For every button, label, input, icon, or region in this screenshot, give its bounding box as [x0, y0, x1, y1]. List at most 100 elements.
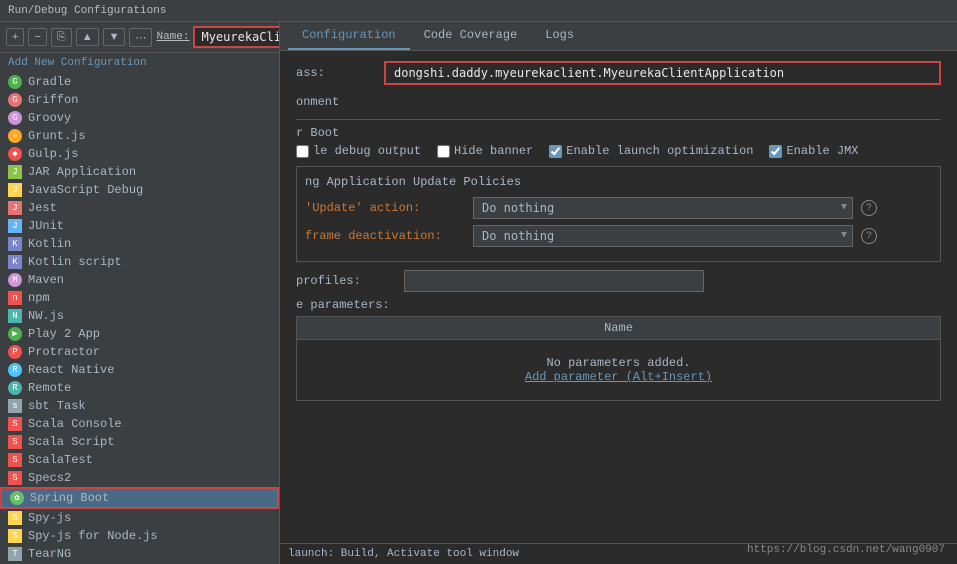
icon-react-native: R	[8, 363, 22, 377]
profiles-row: profiles:	[296, 270, 941, 292]
sidebar-item-spy-js[interactable]: SSpy-js	[0, 509, 279, 527]
before-launch-text: launch: Build, Activate tool window	[288, 548, 519, 560]
move-down-button[interactable]: ▼	[103, 28, 126, 46]
tab-configuration[interactable]: Configuration	[288, 22, 410, 50]
copy-config-button[interactable]: ⎘	[51, 28, 72, 47]
sidebar-item-sbt-task[interactable]: ssbt Task	[0, 397, 279, 415]
sidebar-item-spy-js-for-node.js[interactable]: SSpy-js for Node.js	[0, 527, 279, 545]
params-empty: No parameters added. Add parameter (Alt+…	[297, 340, 940, 400]
title-bar: Run/Debug Configurations	[0, 0, 957, 22]
config-name-input[interactable]	[193, 26, 280, 48]
sidebar-item-play-2-app[interactable]: ▶Play 2 App	[0, 325, 279, 343]
sidebar-item-jar-application[interactable]: JJAR Application	[0, 163, 279, 181]
icon-spy-js-for-node.js: S	[8, 529, 22, 543]
update-action-select[interactable]: Do nothing Update classes and resources …	[473, 197, 853, 219]
sidebar-item-tearng[interactable]: TTearNG	[0, 545, 279, 563]
sidebar: + − ⎘ ▲ ▼ ⋯ Name: Add New Configuration …	[0, 22, 280, 564]
frame-deactivation-row: frame deactivation: Do nothing Update cl…	[305, 225, 932, 247]
sidebar-label-javascript-debug: JavaScript Debug	[28, 183, 143, 197]
icon-groovy: G	[8, 111, 22, 125]
sidebar-item-nw.js[interactable]: NNW.js	[0, 307, 279, 325]
sidebar-item-remote[interactable]: RRemote	[0, 379, 279, 397]
frame-deactivation-select[interactable]: Do nothing Update classes and resources …	[473, 225, 853, 247]
config-content: ass: onment r Boot le debug output	[280, 51, 957, 543]
sidebar-item-gulp.js[interactable]: ◆Gulp.js	[0, 145, 279, 163]
sidebar-item-javascript-debug[interactable]: JJavaScript Debug	[0, 181, 279, 199]
sidebar-label-scalatest: ScalaTest	[28, 453, 93, 467]
frame-deactivation-label: frame deactivation:	[305, 229, 465, 243]
class-row: ass:	[296, 61, 941, 85]
sidebar-label-remote: Remote	[28, 381, 71, 395]
name-label: Name:	[156, 31, 189, 43]
sidebar-item-gradle[interactable]: GGradle	[0, 73, 279, 91]
content-area: Configuration Code Coverage Logs ass: on…	[280, 22, 957, 564]
move-up-button[interactable]: ▲	[76, 28, 99, 46]
profiles-input[interactable]	[404, 270, 704, 292]
sidebar-item-groovy[interactable]: GGroovy	[0, 109, 279, 127]
frame-deactivation-help[interactable]: ?	[861, 228, 877, 244]
more-button[interactable]: ⋯	[129, 28, 152, 47]
sidebar-item-kotlin[interactable]: KKotlin	[0, 235, 279, 253]
update-action-select-wrapper: Do nothing Update classes and resources …	[473, 197, 853, 219]
params-header: Name	[297, 317, 940, 340]
icon-spring-boot: ✿	[10, 491, 24, 505]
sidebar-item-jest[interactable]: JJest	[0, 199, 279, 217]
icon-maven: M	[8, 273, 22, 287]
sidebar-item-junit[interactable]: JJUnit	[0, 217, 279, 235]
enable-jmx-item: Enable JMX	[769, 144, 858, 158]
add-config-button[interactable]: +	[6, 28, 24, 46]
tab-code-coverage[interactable]: Code Coverage	[410, 22, 532, 50]
sidebar-item-scala-script[interactable]: SScala Script	[0, 433, 279, 451]
env-row: onment	[296, 95, 941, 109]
main-container: + − ⎘ ▲ ▼ ⋯ Name: Add New Configuration …	[0, 22, 957, 564]
add-param-link[interactable]: Add parameter (Alt+Insert)	[525, 370, 712, 384]
sidebar-item-griffon[interactable]: GGriffon	[0, 91, 279, 109]
enable-jmx-checkbox[interactable]	[769, 145, 782, 158]
icon-kotlin-script: K	[8, 255, 22, 269]
icon-gradle: G	[8, 75, 22, 89]
sidebar-item-npm[interactable]: nnpm	[0, 289, 279, 307]
icon-specs2: S	[8, 471, 22, 485]
icon-protractor: P	[8, 345, 22, 359]
sidebar-item-protractor[interactable]: PProtractor	[0, 343, 279, 361]
sidebar-label-grunt.js: Grunt.js	[28, 129, 86, 143]
profiles-label: profiles:	[296, 274, 396, 288]
hide-banner-checkbox[interactable]	[437, 145, 450, 158]
class-label: ass:	[296, 66, 376, 80]
sidebar-label-jest: Jest	[28, 201, 57, 215]
enable-launch-item: Enable launch optimization	[549, 144, 753, 158]
icon-kotlin: K	[8, 237, 22, 251]
sidebar-item-react-native[interactable]: RReact Native	[0, 361, 279, 379]
enable-launch-label: Enable launch optimization	[566, 144, 753, 158]
watermark: https://blog.csdn.net/wang0907	[747, 544, 945, 556]
params-section: e parameters: Name No parameters added. …	[296, 298, 941, 401]
icon-scala-console: S	[8, 417, 22, 431]
enable-launch-checkbox[interactable]	[549, 145, 562, 158]
sidebar-item-scala-console[interactable]: S Scala Console	[0, 415, 279, 433]
sidebar-item-scalatest[interactable]: SScalaTest	[0, 451, 279, 469]
sidebar-label-maven: Maven	[28, 273, 64, 287]
update-action-help[interactable]: ?	[861, 200, 877, 216]
sidebar-list: GGradleGGriffonGGroovy☆Grunt.js◆Gulp.jsJ…	[0, 73, 279, 563]
sidebar-item-specs2[interactable]: SSpecs2	[0, 469, 279, 487]
params-table: Name No parameters added. Add parameter …	[296, 316, 941, 401]
class-input[interactable]	[384, 61, 941, 85]
tab-logs[interactable]: Logs	[531, 22, 588, 50]
sidebar-item-spring-boot[interactable]: ✿Spring Boot	[0, 487, 279, 509]
sidebar-item-grunt.js[interactable]: ☆Grunt.js	[0, 127, 279, 145]
remove-config-button[interactable]: −	[28, 28, 46, 46]
add-new-config[interactable]: Add New Configuration	[0, 53, 279, 73]
sidebar-label-griffon: Griffon	[28, 93, 78, 107]
icon-gulp.js: ◆	[8, 147, 22, 161]
sidebar-label-nw.js: NW.js	[28, 309, 64, 323]
sidebar-label-scala-console: Scala Console	[28, 417, 122, 431]
spring-boot-header: r Boot	[296, 126, 941, 140]
sidebar-label-jar-application: JAR Application	[28, 165, 136, 179]
enable-jmx-label: Enable JMX	[786, 144, 858, 158]
sidebar-item-maven[interactable]: M Maven	[0, 271, 279, 289]
sidebar-label-kotlin-script: Kotlin script	[28, 255, 122, 269]
debug-output-label: le debug output	[313, 144, 421, 158]
sidebar-item-kotlin-script[interactable]: K Kotlin script	[0, 253, 279, 271]
debug-output-checkbox[interactable]	[296, 145, 309, 158]
sidebar-label-spy-js: Spy-js	[28, 511, 71, 525]
